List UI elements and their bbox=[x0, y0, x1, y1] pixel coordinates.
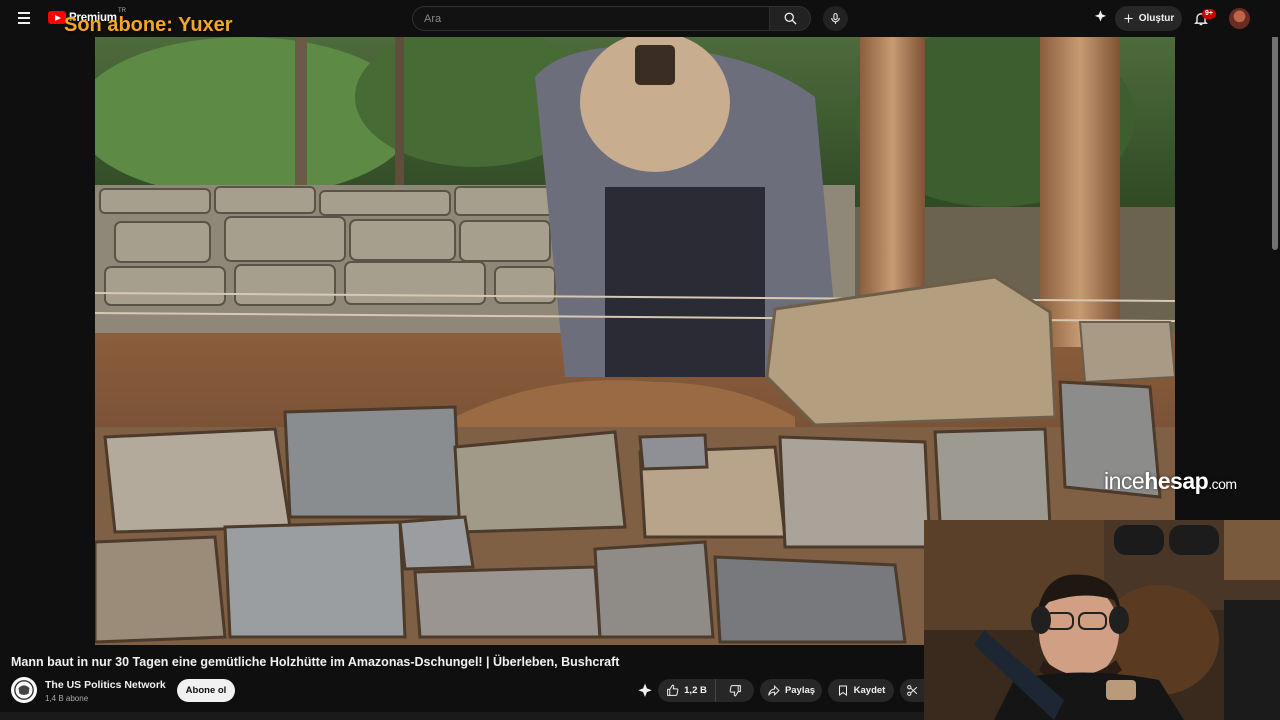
scrollbar-thumb[interactable] bbox=[1272, 8, 1278, 250]
channel-logo-icon bbox=[14, 680, 34, 700]
search-input[interactable] bbox=[412, 6, 770, 31]
plus-icon bbox=[1124, 14, 1133, 23]
notification-badge: 9+ bbox=[1202, 9, 1216, 19]
webcam-image bbox=[924, 520, 1280, 720]
bookmark-icon bbox=[838, 685, 847, 696]
voice-search-button[interactable] bbox=[823, 6, 848, 31]
clip-button[interactable] bbox=[900, 679, 924, 702]
like-dislike-group: 1,2 B bbox=[658, 679, 754, 702]
like-count: 1,2 B bbox=[684, 685, 707, 696]
search-icon bbox=[784, 12, 797, 25]
create-label: Oluştur bbox=[1138, 13, 1175, 24]
streamer-webcam bbox=[924, 520, 1280, 720]
ask-sparkle-icon[interactable] bbox=[636, 682, 654, 700]
subscriber-count: 1,4 B abone bbox=[45, 694, 89, 703]
scissors-icon bbox=[906, 685, 917, 696]
like-button[interactable]: 1,2 B bbox=[658, 679, 716, 702]
account-avatar[interactable] bbox=[1229, 8, 1250, 29]
video-info-panel: Mann baut in nur 30 Tagen eine gemütlich… bbox=[0, 645, 924, 720]
thumbs-up-icon bbox=[667, 684, 679, 696]
share-arrow-icon bbox=[768, 684, 780, 697]
menu-icon[interactable] bbox=[12, 8, 36, 28]
share-label: Paylaş bbox=[784, 685, 816, 696]
create-button[interactable]: Oluştur bbox=[1115, 6, 1182, 31]
dislike-button[interactable] bbox=[716, 679, 754, 702]
save-button[interactable]: Kaydet bbox=[828, 679, 894, 702]
channel-name[interactable]: The US Politics Network bbox=[45, 679, 166, 691]
save-label: Kaydet bbox=[853, 685, 886, 696]
sparkle-icon[interactable] bbox=[1093, 9, 1108, 24]
microphone-icon bbox=[831, 13, 840, 24]
share-button[interactable]: Paylaş bbox=[760, 679, 822, 702]
channel-avatar[interactable] bbox=[11, 677, 37, 703]
subscribe-button[interactable]: Abone ol bbox=[177, 679, 235, 702]
thumbs-down-icon bbox=[729, 685, 741, 697]
stream-overlay-latest-subscriber: Son abone: Yuxer bbox=[64, 14, 233, 36]
video-title: Mann baut in nur 30 Tagen eine gemütlich… bbox=[11, 655, 620, 669]
incehesap-watermark: incehesap.com bbox=[1104, 468, 1237, 494]
search-button[interactable] bbox=[769, 6, 811, 31]
